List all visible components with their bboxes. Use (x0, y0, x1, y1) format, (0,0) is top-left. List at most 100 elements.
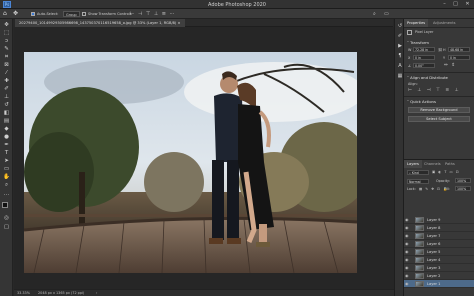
layer-row[interactable]: ◉ Layer 4 (404, 256, 474, 264)
quick-select-tool-icon[interactable]: ✎ (2, 46, 11, 53)
y-field[interactable]: 0 in (448, 55, 470, 60)
pen-tool-icon[interactable]: ✒ (2, 142, 11, 149)
fill-label: Fill: (444, 187, 450, 191)
align-buttons[interactable]: ⊢ ⊥ ⊣ ⊤ ≡ ⊥ (408, 88, 461, 93)
rotate-icon: ∠ (408, 64, 412, 68)
align-title-text: Align and Distribute (410, 75, 448, 80)
healing-brush-tool-icon[interactable]: ✚ (2, 78, 11, 85)
layer-row[interactable]: ◉ Layer 6 (404, 240, 474, 248)
lasso-tool-icon[interactable]: ↄ (2, 38, 11, 45)
maximize-button[interactable]: □ (451, 1, 460, 8)
eraser-tool-icon[interactable]: ◧ (2, 110, 11, 117)
dodge-tool-icon[interactable]: ● (2, 134, 11, 141)
auto-select-checkbox[interactable] (31, 12, 35, 16)
layer-row[interactable]: ◉ Layer 8 (404, 224, 474, 232)
move-tool-icon[interactable]: ✥ (13, 10, 18, 17)
clone-stamp-tool-icon[interactable]: ⊥ (2, 94, 11, 101)
status-arrow-icon[interactable]: › (96, 291, 97, 295)
pixel-layer-icon (407, 30, 412, 35)
visibility-eye-icon[interactable]: ◉ (405, 241, 409, 246)
align-section-title[interactable]: ˅ Align and Distribute (407, 75, 448, 80)
layer-row[interactable]: ◉ Layer 7 (404, 232, 474, 240)
layer-thumbnail (415, 233, 424, 239)
crop-tool-icon[interactable]: ⌗ (2, 54, 11, 61)
quick-mask-icon[interactable]: ◎ (2, 215, 11, 222)
tab-adjustments[interactable]: Adjustments (430, 19, 459, 27)
visibility-eye-icon[interactable]: ◉ (405, 249, 409, 254)
close-tab-icon[interactable]: × (178, 21, 181, 25)
width-field[interactable]: 72.28 in (413, 47, 435, 52)
layer-filter-value: Kind (411, 171, 419, 175)
zoom-tool-icon[interactable]: ⌕ (2, 182, 11, 189)
layer-thumbnail (415, 241, 424, 247)
brush-tool-icon[interactable]: ✐ (2, 86, 11, 93)
layer-row[interactable]: ◉ Layer 3 (404, 264, 474, 272)
layer-row[interactable]: ◉ Layer 2 (404, 272, 474, 280)
link-icon[interactable]: ⛓ (438, 48, 442, 52)
actions-icon[interactable]: ▶ (396, 43, 404, 50)
screen-mode-icon[interactable]: ▢ (2, 224, 11, 231)
flip-icons[interactable]: ⇔ ⇕ (444, 63, 456, 68)
tab-channels[interactable]: Channels (421, 160, 444, 168)
fill-field[interactable]: 100% (455, 186, 471, 191)
rectangle-tool-icon[interactable]: ▭ (2, 166, 11, 173)
gradient-tool-icon[interactable]: ▤ (2, 118, 11, 125)
search-icon[interactable]: ⌕ (373, 11, 376, 17)
frame-tool-icon[interactable]: ⊠ (2, 62, 11, 69)
tab-properties[interactable]: Properties (404, 19, 429, 27)
visibility-eye-icon[interactable]: ◉ (405, 281, 409, 286)
filter-icons[interactable]: ▣ ◐ T ▭ ⊡ (432, 170, 460, 174)
workspace-icon[interactable]: ▭ (384, 11, 389, 17)
layer-row[interactable]: ◉ Layer 5 (404, 248, 474, 256)
visibility-eye-icon[interactable]: ◉ (405, 265, 409, 270)
quick-actions-title[interactable]: ˅ Quick Actions (407, 99, 436, 104)
character-icon[interactable]: A (396, 63, 404, 70)
x-field[interactable]: 0 in (413, 55, 435, 60)
history-brush-tool-icon[interactable]: ↺ (2, 102, 11, 109)
tab-paths[interactable]: Paths (442, 160, 458, 168)
document-tab[interactable]: 20279400_10149929305986698_1437503701165… (15, 19, 185, 27)
visibility-eye-icon[interactable]: ◉ (405, 225, 409, 230)
layer-row[interactable]: ◉ Layer 9 (404, 216, 474, 224)
eyedropper-tool-icon[interactable]: ⁄ (2, 70, 11, 77)
brush-settings-icon[interactable]: ✐ (396, 33, 404, 40)
paragraph-icon[interactable]: ¶ (396, 53, 404, 60)
select-subject-button[interactable]: Select Subject (408, 116, 470, 122)
transform-section-title[interactable]: ˅ Transform (407, 40, 429, 45)
blend-mode-dropdown[interactable]: Normal (407, 179, 429, 184)
opacity-field[interactable]: 100% (455, 178, 471, 183)
height-field[interactable]: 48.68 in (448, 47, 470, 52)
visibility-eye-icon[interactable]: ◉ (405, 257, 409, 262)
couple-photo (24, 52, 357, 273)
path-selection-tool-icon[interactable]: ➤ (2, 158, 11, 165)
angle-field[interactable]: 0.00° (413, 63, 435, 68)
hand-tool-icon[interactable]: ✋ (2, 174, 11, 181)
minimize-button[interactable]: – (440, 1, 449, 8)
move-tool-icon[interactable]: ✥ (2, 22, 11, 29)
visibility-eye-icon[interactable]: ◉ (405, 233, 409, 238)
marquee-tool-icon[interactable]: ⬚ (2, 30, 11, 37)
remove-background-button[interactable]: Remove Background (408, 107, 470, 113)
document-tab-title: 20279400_10149929305986698_1437503701165… (19, 21, 177, 25)
auto-select-target-dropdown[interactable]: Group (63, 11, 80, 17)
home-icon[interactable]: ⌂ (3, 11, 7, 17)
tab-layers[interactable]: Layers (404, 160, 422, 168)
history-icon[interactable]: ↺ (396, 23, 404, 30)
document-image[interactable] (24, 52, 357, 273)
show-transform-checkbox[interactable] (82, 12, 86, 16)
layer-filter-dropdown[interactable]: ⌕ Kind (407, 170, 429, 175)
collapsed-panels-strip: ↺ ✐ ▶ ¶ A ▦ (394, 19, 404, 296)
libraries-icon[interactable]: ▦ (396, 73, 404, 80)
align-icons[interactable]: ⊢ ⊣ ⊤ ⊥ ≡ ⋯ (130, 11, 176, 17)
title-bar: Ps Adobe Photoshop 2020 – □ ✕ (0, 0, 474, 9)
close-button[interactable]: ✕ (463, 1, 472, 8)
more-tools-icon[interactable]: ⋯ (2, 192, 11, 199)
layer-thumbnail (415, 217, 424, 223)
foreground-color-swatch[interactable] (2, 202, 8, 208)
blur-tool-icon[interactable]: ◆ (2, 126, 11, 133)
visibility-eye-icon[interactable]: ◉ (405, 273, 409, 278)
zoom-level[interactable]: 33.33% (17, 291, 30, 295)
type-tool-icon[interactable]: T (2, 150, 11, 157)
layer-row-selected[interactable]: ◉ Layer 1 (404, 280, 474, 288)
visibility-eye-icon[interactable]: ◉ (405, 217, 409, 222)
